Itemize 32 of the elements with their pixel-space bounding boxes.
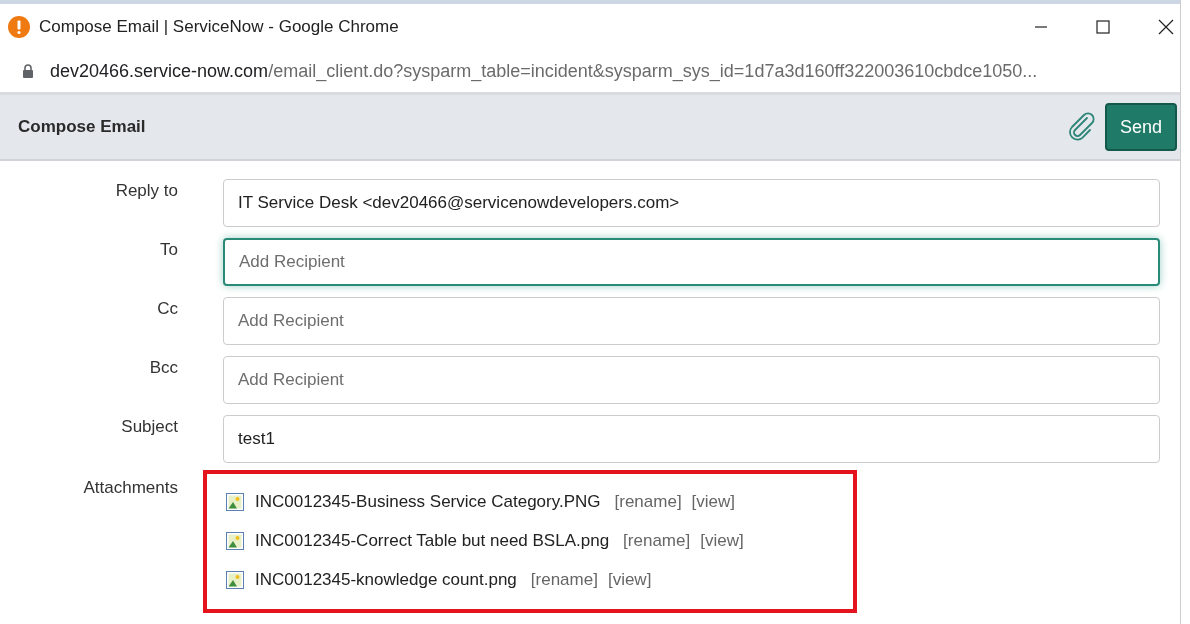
view-link[interactable]: [view] [691, 491, 736, 512]
address-bar-url[interactable]: dev20466.service-now.com/email_client.do?sysparm_table=incident&sysparm_sys_id=1d7a3d160ff322003610cbdce1050... [50, 60, 1038, 82]
window-title: Compose Email | ServiceNow - Google Chrome [39, 17, 399, 37]
attachment-name: INC0012345-Correct Table but need BSLA.png [255, 530, 610, 551]
compose-email-title: Compose Email [18, 117, 146, 137]
lock-icon [22, 64, 34, 78]
view-link[interactable]: [view] [607, 569, 652, 590]
paperclip-icon[interactable] [1067, 112, 1097, 142]
input-field[interactable]: test1 [223, 414, 1160, 463]
field-label: To [159, 239, 178, 260]
field-label: Cc [156, 298, 178, 319]
warning-icon [8, 16, 30, 38]
image-file-icon [225, 569, 245, 590]
rename-link[interactable]: [rename] [623, 530, 691, 551]
input-field[interactable]: IT Service Desk <dev20466@servicenowdevelopers.com> [223, 178, 1160, 227]
attachment-name: INC0012345-knowledge count.png [255, 569, 517, 590]
field-label: Subject [120, 416, 178, 437]
field-label: Reply to [114, 180, 178, 201]
attachment-name: INC0012345-Business Service Category.PNG [255, 491, 601, 512]
close-icon[interactable] [1158, 19, 1174, 35]
recipient-field[interactable]: Add Recipient [223, 237, 1160, 286]
recipient-field[interactable]: Add Recipient [223, 355, 1160, 404]
view-link[interactable]: [view] [700, 530, 744, 551]
rename-link[interactable]: [rename] [614, 491, 682, 512]
rename-link[interactable]: [rename] [530, 569, 598, 590]
image-file-icon [225, 491, 245, 512]
recipient-field[interactable]: Add Recipient [223, 296, 1160, 345]
send-button[interactable]: Send [1105, 103, 1177, 151]
field-label: Bcc [148, 357, 178, 378]
image-file-icon [225, 530, 245, 551]
field-label: Attachments [82, 477, 178, 498]
maximize-icon[interactable] [1096, 20, 1110, 34]
